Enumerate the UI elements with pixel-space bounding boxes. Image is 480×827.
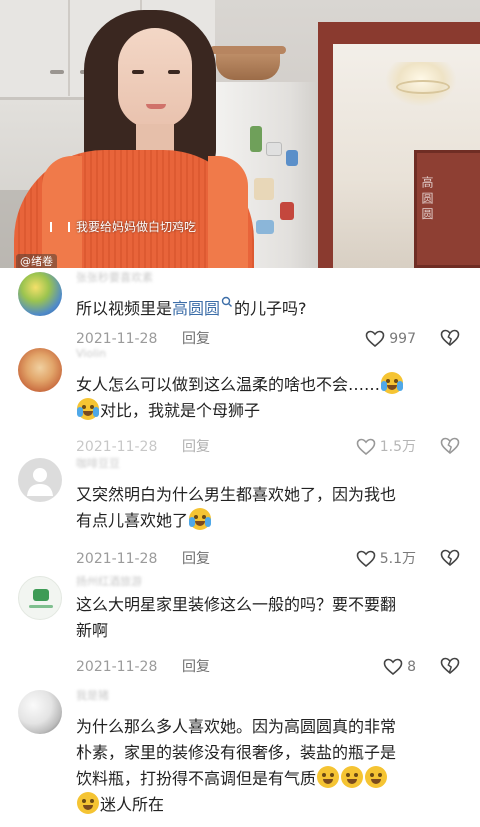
comment-meta: 2021-11-28 回复 5.1万 (76, 548, 480, 570)
broken-heart-icon[interactable] (440, 657, 460, 675)
person-eye (168, 70, 180, 74)
vest-left (42, 156, 82, 268)
avatar[interactable] (18, 272, 62, 316)
comment-date: 2021-11-28 (76, 551, 158, 567)
crying-laughing-emoji-icon (189, 508, 212, 530)
crying-laughing-emoji-icon (77, 398, 99, 420)
like-button[interactable]: 5.1万 (356, 548, 416, 570)
comment-username[interactable]: Violin (76, 346, 106, 362)
comment-date: 2021-11-28 (76, 659, 158, 675)
avatar[interactable] (18, 348, 62, 392)
pleading-emoji-icon (77, 792, 99, 814)
brand-logo-icon (29, 589, 53, 608)
pleading-emoji-icon (341, 766, 364, 788)
reply-button[interactable]: 回复 (182, 548, 210, 570)
comment-text: 为什么那么多人喜欢她。因为高圆圆真的非常 朴素，家里的装修没有很奢侈，装盐的瓶子… (76, 717, 397, 814)
comment-username[interactable]: 扬州红酒旅游 (76, 574, 142, 590)
comment-item: 我是猪 为什么那么多人喜欢她。因为高圆圆真的非常 朴素，家里的装修没有很奢侈，装… (0, 686, 480, 827)
person-mouth (146, 104, 166, 109)
avatar[interactable] (18, 576, 62, 620)
comment-item: 咖啡豆豆 又突然明白为什么男生都喜欢她了，因为我也 有点儿喜欢她了 2021-1… (0, 454, 480, 574)
subtitle-bars-icon (50, 222, 70, 232)
comment-text: 所以视频里是高圆圆 的儿子吗? (76, 296, 468, 322)
video-frame[interactable]: 高 圆 圆 我要给妈妈做白切鸡吃 @绪卷 (0, 0, 480, 268)
comment-username[interactable]: 咖啡豆豆 (76, 456, 120, 472)
chandelier (386, 62, 456, 106)
avatar[interactable] (18, 690, 62, 734)
copper-pot (210, 46, 286, 80)
like-count: 8 (407, 659, 416, 675)
crying-laughing-emoji-icon (381, 372, 404, 394)
comment-username[interactable]: 我是猪 (76, 688, 109, 704)
heart-icon (383, 658, 403, 676)
comment-item: 扬州红酒旅游 这么大明星家里装修这么一般的吗？要不要翻 新啊 2021-11-2… (0, 572, 480, 684)
reply-button[interactable]: 回复 (182, 656, 210, 678)
comment-text: 女人怎么可以做到这么温柔的啥也不会…… 对比，我就是个母狮子 (76, 372, 468, 424)
mention-link[interactable]: 高圆圆 (172, 299, 220, 318)
person-face (118, 28, 192, 128)
default-user-icon (27, 468, 53, 496)
comment-username[interactable]: 张张秒要喜欢素 (76, 270, 153, 286)
video-subtitle: 我要给妈妈做白切鸡吃 (50, 218, 230, 236)
vest-right (208, 156, 248, 268)
like-count: 5.1万 (379, 551, 416, 567)
broken-heart-icon[interactable] (440, 549, 460, 567)
comment-text: 又突然明白为什么男生都喜欢她了，因为我也 有点儿喜欢她了 (76, 485, 397, 530)
pleading-emoji-icon (365, 766, 388, 788)
search-icon[interactable] (221, 296, 233, 308)
like-button[interactable]: 8 (383, 656, 416, 678)
person-eye (132, 70, 144, 74)
avatar[interactable] (18, 458, 62, 502)
comment-text: 这么大明星家里装修这么一般的吗？要不要翻 新啊 (76, 595, 397, 640)
pleading-emoji-icon (317, 766, 340, 788)
heart-icon (356, 550, 376, 568)
comment-meta: 2021-11-28 回复 8 (76, 656, 480, 678)
comment-item: Violin 女人怎么可以做到这么温柔的啥也不会…… 对比，我就是个母狮子 20… (0, 344, 480, 460)
broken-heart-icon[interactable] (440, 437, 460, 455)
watermark-text: 高 圆 圆 (420, 176, 434, 220)
author-tag[interactable]: @绪卷 (16, 254, 57, 268)
